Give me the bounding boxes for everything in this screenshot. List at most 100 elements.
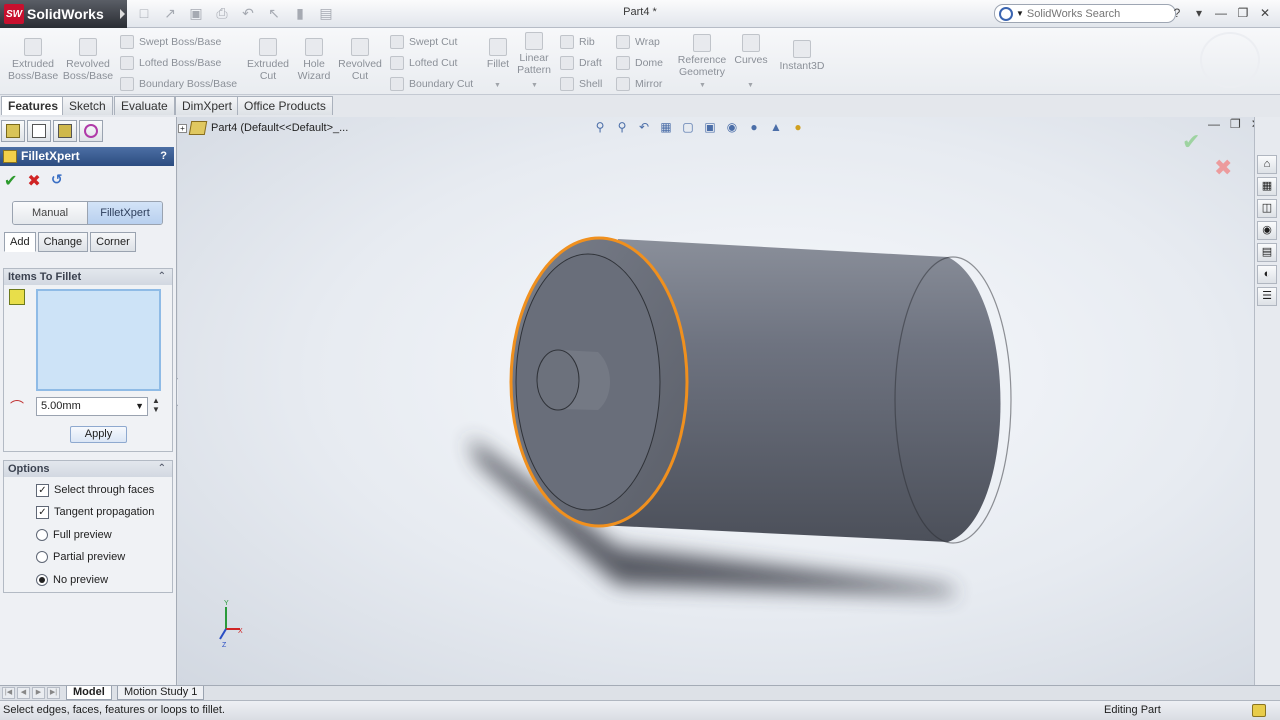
- configuration-manager-tab[interactable]: [53, 120, 77, 142]
- swept-cut-button[interactable]: Swept Cut: [390, 34, 457, 50]
- hide-show-icon[interactable]: ◉: [724, 119, 740, 135]
- tab-features[interactable]: Features: [1, 96, 66, 115]
- lofted-cut-button[interactable]: Lofted Cut: [390, 55, 457, 71]
- save-icon[interactable]: ▣: [186, 4, 206, 22]
- print-icon[interactable]: ⎙: [212, 4, 232, 22]
- doc-restore-icon[interactable]: ❐: [1230, 117, 1241, 131]
- new-document-icon[interactable]: □: [134, 4, 154, 22]
- search-box[interactable]: ▼: [994, 4, 1176, 23]
- dimxpert-manager-tab[interactable]: [79, 120, 103, 142]
- help-icon[interactable]: ?: [1170, 5, 1184, 21]
- curves-dropdown-icon[interactable]: ▼: [747, 82, 754, 89]
- apply-scene-icon[interactable]: ▲: [768, 119, 784, 135]
- tab-change[interactable]: Change: [37, 232, 89, 252]
- confirm-corner-cancel-icon[interactable]: ✖: [1214, 155, 1232, 181]
- checkbox-checked[interactable]: ✓: [36, 483, 49, 497]
- edit-appearance-icon[interactable]: ●: [746, 119, 762, 135]
- custom-properties-icon[interactable]: ☰: [1257, 287, 1277, 306]
- search-results-icon[interactable]: ◉: [1257, 221, 1277, 240]
- file-explorer-icon[interactable]: ◫: [1257, 199, 1277, 218]
- items-to-fillet-header[interactable]: Items To Fillet ⌃: [4, 269, 172, 285]
- solidworks-menu-button[interactable]: SW SolidWorks: [0, 0, 127, 28]
- linear-pattern-button[interactable]: Linear Pattern: [516, 32, 552, 76]
- revolved-boss-button[interactable]: Revolved Boss/Base: [62, 38, 114, 82]
- confirm-corner-ok-icon[interactable]: ✔: [1182, 129, 1200, 155]
- fillet-dropdown-icon[interactable]: ▼: [494, 82, 501, 89]
- search-dropdown-icon[interactable]: ▼: [1016, 9, 1024, 18]
- solidworks-resources-icon[interactable]: ⌂: [1257, 155, 1277, 174]
- select-icon[interactable]: ↖: [264, 4, 284, 22]
- undo-icon[interactable]: ↶: [238, 4, 258, 22]
- options-header[interactable]: Options ⌃: [4, 461, 172, 477]
- feature-tree-root[interactable]: + Part4 (Default<<Default>_...: [178, 121, 348, 135]
- tab-corner[interactable]: Corner: [90, 232, 136, 252]
- extruded-cut-button[interactable]: Extruded Cut: [244, 38, 292, 82]
- collapse-icon[interactable]: ⌃: [158, 269, 166, 285]
- cylinder-model[interactable]: [178, 117, 1254, 685]
- zoom-to-fit-icon[interactable]: ⚲: [592, 119, 608, 135]
- reference-dropdown-icon[interactable]: ▼: [699, 82, 706, 89]
- swept-boss-button[interactable]: Swept Boss/Base: [120, 34, 221, 50]
- view-settings-icon[interactable]: ●: [790, 119, 806, 135]
- property-manager-tab[interactable]: [27, 120, 51, 142]
- curves-button[interactable]: Curves: [732, 34, 770, 66]
- revolved-cut-button[interactable]: Revolved Cut: [336, 38, 384, 82]
- expand-icon[interactable]: +: [178, 123, 187, 133]
- graphics-area[interactable]: + Part4 (Default<<Default>_... ⚲ ⚲ ↶ ▦ ▢…: [178, 117, 1254, 685]
- extruded-boss-button[interactable]: Extruded Boss/Base: [8, 38, 58, 82]
- tab-sketch[interactable]: Sketch: [62, 96, 113, 115]
- tab-motion-study-1[interactable]: Motion Study 1: [117, 686, 205, 700]
- cancel-x-icon[interactable]: ✖: [27, 171, 40, 191]
- rebuild-icon[interactable]: ▮: [290, 4, 310, 22]
- radio-button[interactable]: [36, 551, 48, 563]
- draft-button[interactable]: Draft: [560, 55, 602, 71]
- apply-button[interactable]: Apply: [70, 426, 127, 443]
- collapse-icon[interactable]: ⌃: [158, 461, 166, 477]
- section-view-icon[interactable]: ▦: [658, 119, 674, 135]
- boundary-boss-button[interactable]: Boundary Boss/Base: [120, 76, 237, 92]
- tab-model[interactable]: Model: [66, 686, 112, 700]
- search-input[interactable]: [1026, 7, 1167, 20]
- option-no-preview[interactable]: No preview: [36, 572, 108, 588]
- filletxpert-mode-button[interactable]: FilletXpert: [87, 202, 162, 224]
- help-dropdown-icon[interactable]: ▾: [1192, 5, 1206, 21]
- view-palette-icon[interactable]: ▤: [1257, 243, 1277, 262]
- last-tab-icon[interactable]: ▶|: [47, 687, 60, 699]
- radio-button-selected[interactable]: [36, 574, 48, 586]
- lofted-boss-button[interactable]: Lofted Boss/Base: [120, 55, 221, 71]
- dome-button[interactable]: Dome: [616, 55, 663, 71]
- open-icon[interactable]: ↗: [160, 4, 180, 22]
- boundary-cut-button[interactable]: Boundary Cut: [390, 76, 473, 92]
- shell-button[interactable]: Shell: [560, 76, 602, 92]
- minimize-icon[interactable]: —: [1214, 5, 1228, 21]
- previous-view-icon[interactable]: ↶: [636, 119, 652, 135]
- next-tab-icon[interactable]: ▶: [32, 687, 45, 699]
- design-library-icon[interactable]: ▦: [1257, 177, 1277, 196]
- items-selection-box[interactable]: [36, 289, 161, 391]
- radius-select[interactable]: 5.00mm ▼: [36, 397, 148, 416]
- instant3d-button[interactable]: Instant3D: [778, 40, 826, 72]
- help-button[interactable]: ?: [160, 147, 167, 166]
- prev-tab-icon[interactable]: ◀: [17, 687, 30, 699]
- fillet-button[interactable]: Fillet: [484, 38, 512, 70]
- undo-arrow-icon[interactable]: ↺: [51, 171, 63, 191]
- tab-add[interactable]: Add: [4, 232, 36, 252]
- feature-manager-tab[interactable]: [1, 120, 25, 142]
- display-style-icon[interactable]: ▣: [702, 119, 718, 135]
- first-tab-icon[interactable]: |◀: [2, 687, 15, 699]
- tab-evaluate[interactable]: Evaluate: [114, 96, 175, 115]
- option-select-through-faces[interactable]: ✓ Select through faces: [36, 482, 154, 498]
- doc-minimize-icon[interactable]: —: [1208, 117, 1220, 131]
- option-full-preview[interactable]: Full preview: [36, 527, 112, 543]
- zoom-to-area-icon[interactable]: ⚲: [614, 119, 630, 135]
- radio-button[interactable]: [36, 529, 48, 541]
- view-orientation-icon[interactable]: ▢: [680, 119, 696, 135]
- rib-button[interactable]: Rib: [560, 34, 595, 50]
- option-tangent-propagation[interactable]: ✓ Tangent propagation: [36, 504, 154, 520]
- reference-geometry-button[interactable]: Reference Geometry: [676, 34, 728, 78]
- mirror-button[interactable]: Mirror: [616, 76, 662, 92]
- option-partial-preview[interactable]: Partial preview: [36, 549, 125, 565]
- boss-face[interactable]: [536, 349, 580, 411]
- pattern-dropdown-icon[interactable]: ▼: [531, 82, 538, 89]
- close-icon[interactable]: ✕: [1258, 5, 1272, 21]
